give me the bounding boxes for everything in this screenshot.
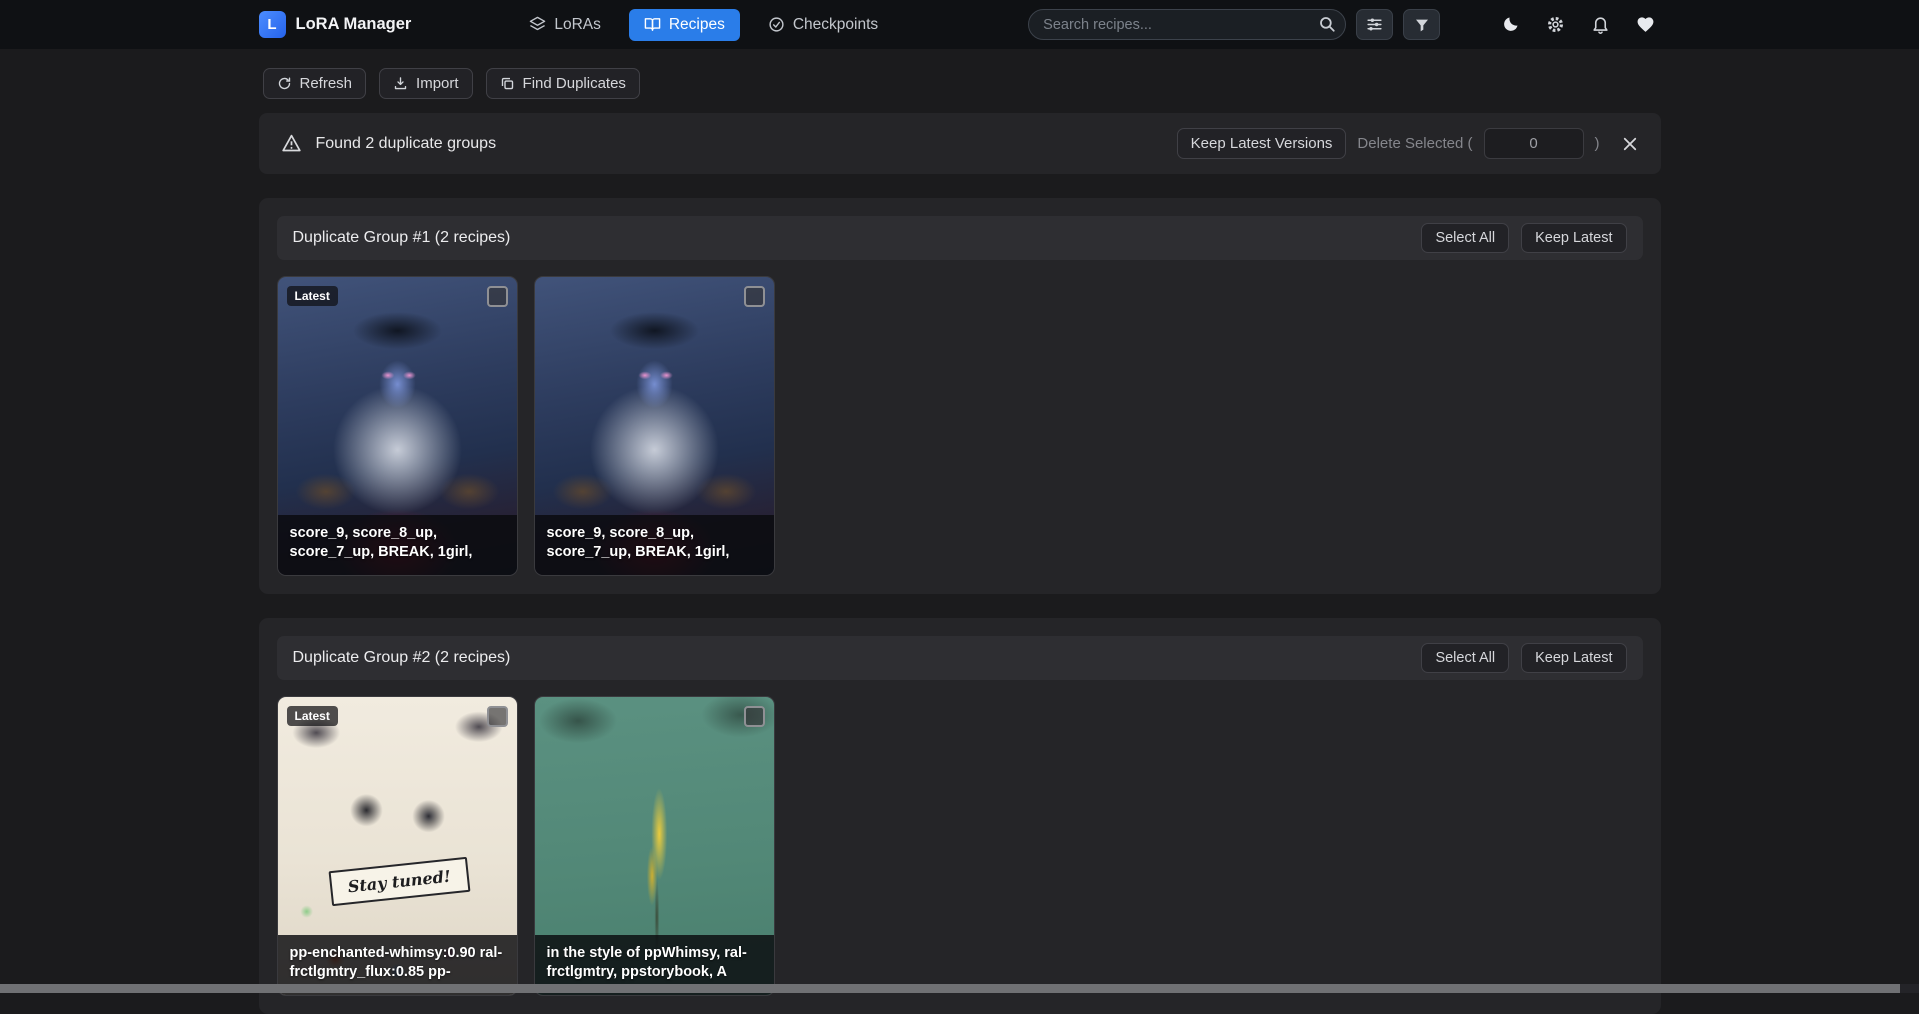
bell-icon (1591, 15, 1610, 34)
navbar: L LoRA Manager LoRAs Recipes C (0, 0, 1919, 49)
warning-icon (281, 133, 302, 154)
import-button[interactable]: Import (379, 68, 473, 99)
group-1-select-all-button[interactable]: Select All (1421, 223, 1509, 253)
favorites-button[interactable] (1631, 10, 1661, 40)
group-2-keep-latest-button[interactable]: Keep Latest (1521, 643, 1626, 673)
recipe-checkbox[interactable] (744, 706, 765, 727)
group-1-keep-latest-button[interactable]: Keep Latest (1521, 223, 1626, 253)
nav-checkpoints[interactable]: Checkpoints (768, 16, 878, 34)
recipe-checkbox[interactable] (487, 706, 508, 727)
layers-icon (529, 16, 546, 33)
theme-toggle-button[interactable] (1496, 10, 1526, 40)
app-logo-letter: L (267, 16, 276, 33)
delete-count-input[interactable] (1484, 128, 1584, 159)
funnel-icon (1414, 17, 1430, 33)
heart-icon (1636, 15, 1655, 34)
recipe-card[interactable]: score_9, score_8_up, score_7_up, BREAK, … (534, 276, 775, 576)
select-all-label: Select All (1435, 650, 1495, 666)
import-icon (393, 76, 408, 91)
group-1-cards: Latest score_9, score_8_up, score_7_up, … (277, 276, 1643, 576)
latest-badge: Latest (287, 286, 338, 306)
recipe-caption: score_9, score_8_up, score_7_up, BREAK, … (278, 515, 517, 575)
sliders-icon (1366, 16, 1383, 33)
close-banner-button[interactable] (1621, 135, 1639, 153)
keep-latest-label: Keep Latest (1535, 230, 1612, 246)
recipe-checkbox[interactable] (744, 286, 765, 307)
gear-icon (1546, 15, 1565, 34)
recipe-checkbox[interactable] (487, 286, 508, 307)
keep-latest-versions-label: Keep Latest Versions (1191, 135, 1333, 152)
group-1-title: Duplicate Group #1 (2 recipes) (293, 229, 511, 247)
duplicates-banner: Found 2 duplicate groups Keep Latest Ver… (259, 113, 1661, 174)
horizontal-scrollbar[interactable] (0, 984, 1919, 993)
settings-button[interactable] (1541, 10, 1571, 40)
find-duplicates-button[interactable]: Find Duplicates (486, 68, 640, 99)
refresh-icon (277, 76, 292, 91)
nav-loras[interactable]: LoRAs (529, 16, 601, 34)
refresh-button[interactable]: Refresh (263, 68, 367, 99)
search-icon[interactable] (1318, 15, 1336, 33)
nav-right-icons (1496, 10, 1661, 40)
recipe-card[interactable]: in the style of ppWhimsy, ral-frctlgmtry… (534, 696, 775, 996)
recipe-card[interactable]: Latest score_9, score_8_up, score_7_up, … (277, 276, 518, 576)
sort-options-button[interactable] (1356, 9, 1393, 40)
recipe-caption: score_9, score_8_up, score_7_up, BREAK, … (535, 515, 774, 575)
nav-recipes[interactable]: Recipes (629, 9, 740, 41)
delete-selected-label: Delete Selected ( (1357, 135, 1472, 152)
select-all-label: Select All (1435, 230, 1495, 246)
search-cluster (1028, 9, 1440, 40)
group-1-header: Duplicate Group #1 (2 recipes) Select Al… (277, 216, 1643, 260)
search-input[interactable] (1028, 9, 1346, 40)
refresh-label: Refresh (300, 75, 353, 92)
recipe-card[interactable]: Stay tuned! Latest pp-enchanted-whimsy:0… (277, 696, 518, 996)
duplicate-group-1: Duplicate Group #1 (2 recipes) Select Al… (259, 198, 1661, 594)
close-icon (1621, 135, 1639, 153)
nav-loras-label: LoRAs (554, 16, 601, 34)
main-nav: LoRAs Recipes Checkpoints (529, 9, 878, 41)
delete-selected-suffix: ) (1595, 135, 1600, 152)
main-content: Refresh Import Find Duplicates Found 2 d… (259, 68, 1661, 1014)
moon-icon (1501, 15, 1520, 34)
group-2-header: Duplicate Group #2 (2 recipes) Select Al… (277, 636, 1643, 680)
keep-latest-label: Keep Latest (1535, 650, 1612, 666)
brand: L LoRA Manager (259, 11, 412, 38)
toolbar: Refresh Import Find Duplicates (259, 68, 1661, 99)
duplicate-group-2: Duplicate Group #2 (2 recipes) Select Al… (259, 618, 1661, 1014)
horizontal-scrollbar-thumb[interactable] (0, 984, 1900, 993)
nav-checkpoints-label: Checkpoints (793, 16, 878, 34)
app-logo[interactable]: L (259, 11, 286, 38)
banner-message: Found 2 duplicate groups (316, 135, 497, 153)
nav-recipes-label: Recipes (669, 16, 725, 34)
notifications-button[interactable] (1586, 10, 1616, 40)
group-2-title: Duplicate Group #2 (2 recipes) (293, 649, 511, 667)
book-icon (644, 16, 661, 33)
image-text-sign: Stay tuned! (329, 857, 471, 906)
find-duplicates-label: Find Duplicates (523, 75, 626, 92)
checkpoint-icon (768, 16, 785, 33)
keep-latest-versions-button[interactable]: Keep Latest Versions (1177, 128, 1347, 159)
app-title: LoRA Manager (296, 15, 412, 34)
group-2-cards: Stay tuned! Latest pp-enchanted-whimsy:0… (277, 696, 1643, 996)
filter-button[interactable] (1403, 9, 1440, 40)
import-label: Import (416, 75, 459, 92)
copy-icon (500, 76, 515, 91)
search-box (1028, 9, 1346, 40)
group-2-select-all-button[interactable]: Select All (1421, 643, 1509, 673)
latest-badge: Latest (287, 706, 338, 726)
